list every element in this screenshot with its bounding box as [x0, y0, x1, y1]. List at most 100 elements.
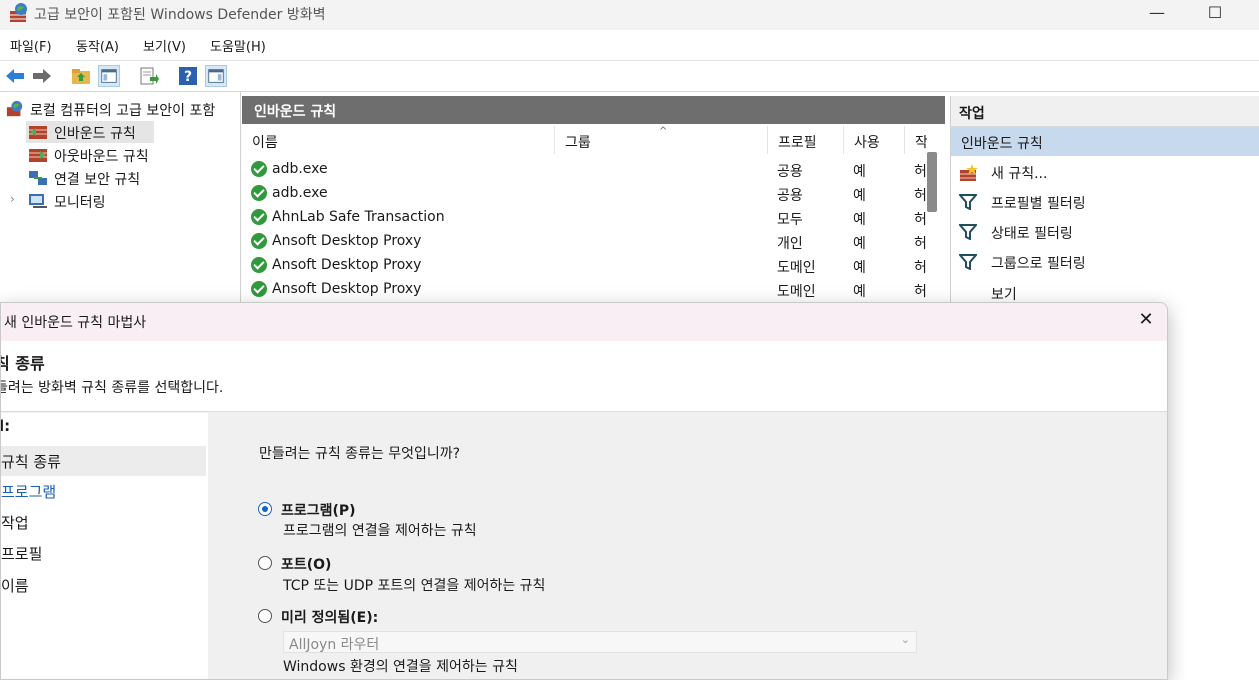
wizard-heading: 칙 종류 [1, 354, 45, 373]
help-icon[interactable]: ? [177, 65, 199, 87]
rule-enabled: 예 [853, 236, 866, 252]
tree-root[interactable]: 로컬 컴퓨터의 고급 보안이 포함 [0, 98, 240, 120]
enabled-check-icon [251, 209, 267, 225]
forward-arrow-icon[interactable] [31, 65, 53, 87]
step-label: 작업 [1, 514, 29, 532]
tree-item-inbound-rules[interactable]: 인바운드 규칙 [0, 121, 240, 143]
filter-icon [959, 224, 977, 240]
column-header-name[interactable]: 이름 [242, 126, 555, 154]
tree-item-label: 연결 보안 규칙 [54, 172, 141, 188]
wizard-steps-panel: l: 규칙 종류 프로그램 작업 프로필 이름 [1, 413, 208, 679]
rule-action: 허 [914, 284, 927, 300]
radio-port[interactable] [258, 556, 272, 570]
rule-enabled: 예 [853, 260, 866, 276]
firewall-app-icon [10, 3, 27, 22]
list-pane-title: 인바운드 규칙 [254, 104, 337, 120]
radio-port-desc: TCP 또는 UDP 포트의 연결을 제어하는 규칙 [283, 578, 546, 594]
menu-view[interactable]: 보기(V) [143, 36, 186, 55]
chevron-down-icon: ⌄ [900, 633, 910, 646]
action-label: 보기 [991, 287, 1017, 303]
step-program[interactable]: 프로그램 [1, 476, 206, 506]
radio-program-label[interactable]: 프로그램(P) [281, 500, 356, 520]
outbound-rules-icon [29, 149, 47, 162]
rule-profile: 공용 [777, 188, 803, 204]
action-label: 새 규칙... [991, 166, 1048, 182]
enabled-check-icon [251, 161, 267, 177]
rule-name: Ansoft Desktop Proxy [272, 281, 422, 297]
table-row[interactable]: adb.exe 공용 예 허 [242, 182, 927, 206]
radio-predefined[interactable] [258, 609, 272, 623]
table-row[interactable]: Ansoft Desktop Proxy 개인 예 허 [242, 230, 927, 254]
rule-profile: 도메인 [777, 260, 816, 276]
menu-action[interactable]: 동작(A) [76, 36, 119, 55]
show-hide-console-tree-button[interactable] [98, 65, 120, 87]
rule-name: Ansoft Desktop Proxy [272, 233, 422, 249]
sort-indicator-icon: ^ [659, 126, 668, 137]
column-header-profile[interactable]: 프로필 [768, 126, 844, 154]
rule-enabled: 예 [853, 188, 866, 204]
rule-action: 허 [914, 236, 927, 252]
table-row[interactable]: adb.exe 공용 예 허 [242, 158, 927, 182]
maximize-button[interactable]: ☐ [1192, 0, 1238, 30]
actions-section-inbound-rules[interactable]: 인바운드 규칙 [951, 127, 1259, 156]
rule-name: adb.exe [272, 185, 328, 201]
actions-pane: 작업 인바운드 규칙 새 규칙... 프로필별 필터링 상태로 필터링 그룹으로… [950, 96, 1259, 306]
tree-root-label: 로컬 컴퓨터의 고급 보안이 포함 [30, 103, 216, 119]
action-filter-by-state[interactable]: 상태로 필터링 [951, 217, 1259, 247]
tree-item-outbound-rules[interactable]: 아웃바운드 규칙 [0, 144, 240, 166]
close-icon[interactable]: ✕ [1135, 309, 1157, 333]
inbound-rules-icon [29, 126, 47, 139]
action-label: 상태로 필터링 [991, 226, 1073, 242]
predefined-rules-select[interactable]: AllJoyn 라우터 ⌄ [283, 631, 917, 653]
action-filter-by-group[interactable]: 그룹으로 필터링 [951, 247, 1259, 277]
title-bar: 고급 보안이 포함된 Windows Defender 방화벽 — ☐ [0, 0, 1259, 30]
radio-port-label[interactable]: 포트(O) [281, 554, 331, 574]
back-arrow-icon[interactable] [4, 65, 26, 87]
radio-program[interactable] [258, 502, 272, 516]
new-rule-icon [960, 164, 978, 181]
table-row[interactable]: Ansoft Desktop Proxy 도메인 예 허 [242, 278, 927, 302]
show-hide-action-pane-button[interactable] [205, 65, 227, 87]
monitoring-icon [29, 194, 47, 208]
rule-action: 허 [914, 164, 927, 180]
minimize-button[interactable]: — [1134, 0, 1180, 30]
step-rule-type[interactable]: 규칙 종류 [1, 446, 206, 476]
rule-name: AhnLab Safe Transaction [272, 209, 445, 225]
action-new-rule[interactable]: 새 규칙... [951, 157, 1259, 187]
wizard-subheading: 들려는 방화벽 규칙 종류를 선택합니다. [0, 380, 224, 396]
export-list-icon[interactable] [138, 65, 160, 87]
list-scrollbar-thumb[interactable] [927, 152, 937, 212]
step-label: 규칙 종류 [1, 453, 61, 471]
step-action[interactable]: 작업 [1, 507, 206, 537]
menu-bar: 파일(F) 동작(A) 보기(V) 도움말(H) [0, 30, 1259, 61]
new-inbound-rule-wizard-dialog: 새 인바운드 규칙 마법사 ✕ 칙 종류 들려는 방화벽 규칙 종류를 선택합니… [0, 302, 1168, 680]
column-header-enabled[interactable]: 사용 [844, 126, 905, 154]
step-name[interactable]: 이름 [1, 570, 206, 600]
tree-item-monitoring[interactable]: › 모니터링 [0, 190, 240, 212]
actions-section-label: 인바운드 규칙 [961, 136, 1043, 152]
up-folder-icon[interactable] [70, 65, 92, 87]
step-profile[interactable]: 프로필 [1, 538, 206, 568]
tree-item-connection-security-rules[interactable]: 연결 보안 규칙 [0, 167, 240, 189]
menu-file[interactable]: 파일(F) [10, 36, 52, 55]
rule-name: Ansoft Desktop Proxy [272, 257, 422, 273]
rule-enabled: 예 [853, 284, 866, 300]
filter-icon [959, 254, 977, 270]
enabled-check-icon [251, 281, 267, 297]
enabled-check-icon [251, 185, 267, 201]
console-tree: 로컬 컴퓨터의 고급 보안이 포함 인바운드 규칙 아웃바운드 규칙 연결 보안… [0, 92, 241, 307]
action-filter-by-profile[interactable]: 프로필별 필터링 [951, 187, 1259, 217]
rule-enabled: 예 [853, 164, 866, 180]
tree-expand-chevron-icon[interactable]: › [10, 192, 15, 206]
rule-profile: 개인 [777, 236, 803, 252]
actions-header: 작업 [951, 96, 1259, 127]
column-header-action[interactable]: 작 [905, 126, 927, 154]
rule-type-question: 만들려는 규칙 종류는 무엇입니까? [259, 446, 461, 462]
radio-predefined-label[interactable]: 미리 정의됨(E): [281, 607, 378, 627]
table-row[interactable]: AhnLab Safe Transaction 모두 예 허 [242, 206, 927, 230]
rule-action: 허 [914, 188, 927, 204]
table-row[interactable]: Ansoft Desktop Proxy 도메인 예 허 [242, 254, 927, 278]
actions-header-label: 작업 [959, 106, 985, 122]
connection-security-icon [29, 171, 47, 185]
menu-help[interactable]: 도움말(H) [210, 36, 266, 55]
